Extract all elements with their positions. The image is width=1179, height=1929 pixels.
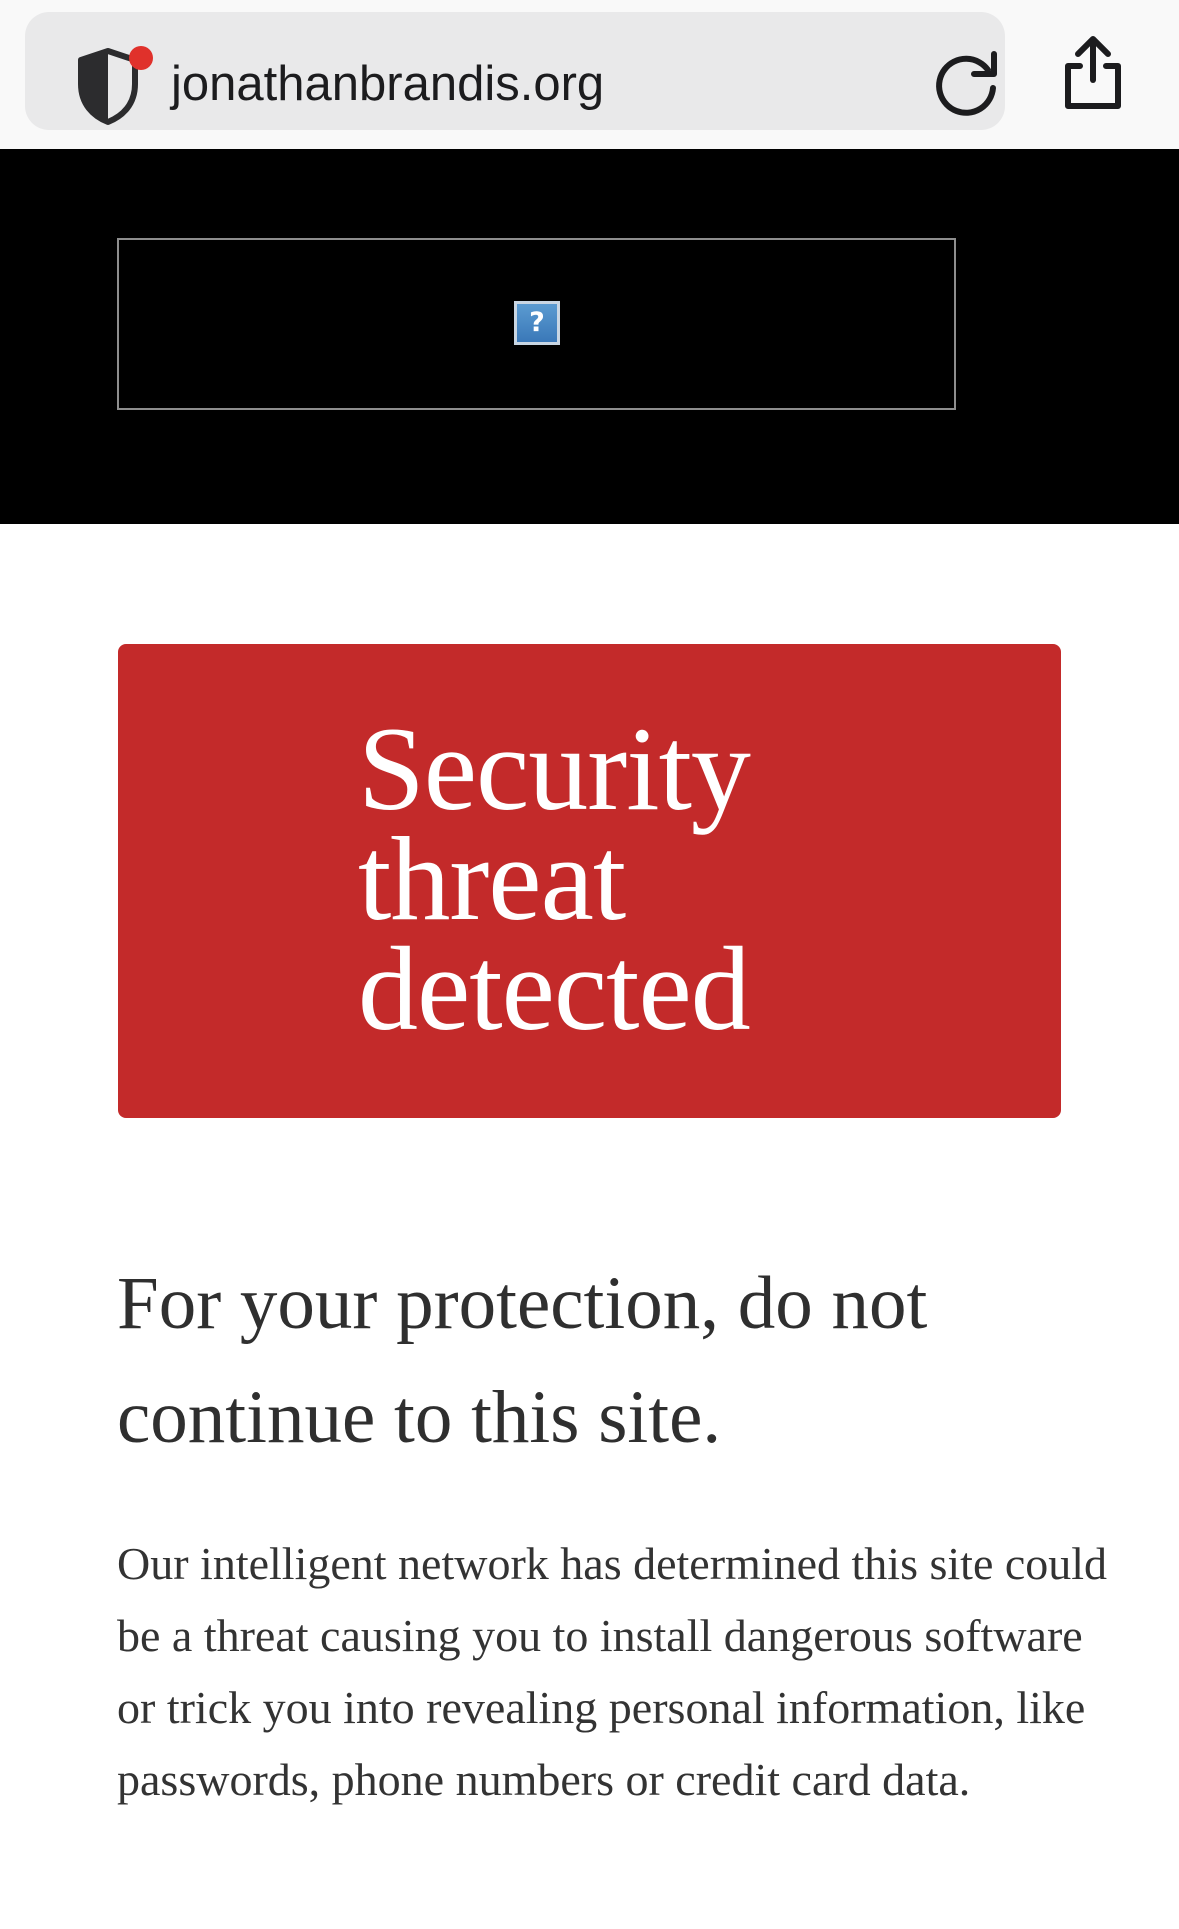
ad-banner-area: ? — [0, 149, 1179, 524]
threat-description: Our intelligent network has determined t… — [117, 1538, 1108, 1805]
warning-title: Security threat detected — [358, 702, 751, 1055]
url-text[interactable]: jonathanbrandis.org — [171, 52, 604, 116]
protection-heading: For your protection, do not continue to … — [117, 1262, 928, 1459]
alert-dot-icon — [129, 46, 153, 70]
browser-toolbar: jonathanbrandis.org — [0, 0, 1179, 149]
reload-icon[interactable] — [932, 48, 1002, 118]
share-icon[interactable] — [1058, 34, 1128, 112]
broken-image-icon: ? — [514, 301, 560, 345]
shield-icon[interactable] — [73, 46, 153, 126]
security-warning-banner: Security threat detected — [118, 644, 1061, 1118]
address-bar[interactable]: jonathanbrandis.org — [25, 12, 1005, 130]
ad-frame[interactable]: ? — [117, 238, 956, 410]
